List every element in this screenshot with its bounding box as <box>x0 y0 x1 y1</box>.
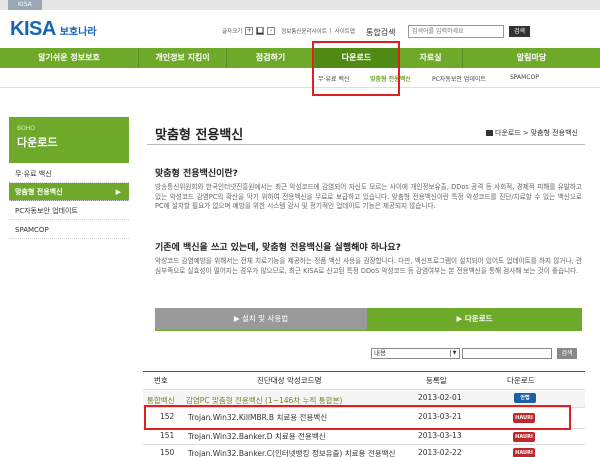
section-text-need: 악성코드 감염예방을 위해서는 전체 치료기능을 제공하는 정품 백신 사용을 … <box>155 257 582 275</box>
tab-download[interactable]: ▶ 다운로드 <box>367 308 582 330</box>
font-increase-button[interactable]: + <box>245 27 254 35</box>
sidebar-item-label: SPAMCOP <box>15 226 49 234</box>
sidebar-item-custom-vaccine[interactable]: 맞춤형 전용백신 ▶ <box>9 183 129 201</box>
chevron-down-icon: ▼ <box>450 350 458 357</box>
sidebar-item-label: 무·유료 백신 <box>15 170 52 178</box>
kisa-logo[interactable]: KISA 보호나라 <box>10 18 97 40</box>
nav-item-notice[interactable]: 알림마당 <box>463 48 600 68</box>
sub-nav: 무·유료 백신 맞춤형 전용백신 PC자동보안 업데이트 SPAMCOP <box>0 68 600 88</box>
sidebar-item-label: 맞춤형 전용백신 <box>15 188 63 196</box>
breadcrumb-item-current: 맞춤형 전용백신 <box>530 129 578 137</box>
row-date: 2013-02-22 <box>418 448 462 457</box>
top-strip <box>0 0 600 10</box>
arrow-right-icon: ▶ <box>115 188 121 196</box>
section-heading-what: 맞춤형 전용백신이란? <box>155 169 238 179</box>
page-title: 맞춤형 전용백신 <box>155 128 244 143</box>
row-date: 2013-03-13 <box>418 431 462 440</box>
highlight-box-row <box>144 405 571 430</box>
tab-underline <box>155 330 582 331</box>
subnav-spamcop[interactable]: SPAMCOP <box>510 74 539 81</box>
table-header-name: 진단대상 악성코드명 <box>257 376 322 385</box>
font-decrease-button[interactable]: - <box>267 27 276 35</box>
logo-main-text: KISA <box>10 18 56 40</box>
row-no: 150 <box>160 448 175 457</box>
download-ahnlab-icon[interactable]: 안랩 <box>514 393 536 403</box>
breadcrumb-item-download[interactable]: 다운로드 <box>495 128 521 138</box>
sidebar-title: 다운로드 <box>17 136 58 149</box>
tab-label: 설치 및 사용법 <box>241 314 289 323</box>
font-size-label: 글자크기 <box>222 29 243 35</box>
nav-item-library[interactable]: 자료실 <box>399 48 463 68</box>
row-divider <box>143 444 585 445</box>
table-header-date: 등록일 <box>426 376 447 385</box>
tab-label: 다운로드 <box>464 314 493 323</box>
utility-bar: 글자크기 + ■ - 정보통신윤리사이트 | 사이트맵 <box>222 27 355 35</box>
table-top-border <box>143 371 585 372</box>
main-nav: 알기쉬운 정보보호 개인정보 지킴이 점검하기 다운로드 자료실 알림마당 <box>0 48 600 68</box>
sidebar-item-label: PC자동보안 업데이트 <box>15 207 78 215</box>
search-input[interactable] <box>408 25 504 38</box>
row-name-link[interactable]: Trojan.Win32.Banker.D 치료용 전용백신 <box>188 431 326 442</box>
section-heading-need: 기존에 백신을 쓰고 있는데, 맞춤형 전용백신을 실행해야 하나요? <box>155 243 401 253</box>
select-value: 내용 <box>374 349 386 357</box>
sidebar-en-label: BOHO <box>17 125 35 132</box>
download-hauri-icon[interactable]: HAURI <box>513 432 535 442</box>
font-reset-button[interactable]: ■ <box>256 27 265 35</box>
table-header-download: 다운로드 <box>507 376 535 385</box>
table-header-divider <box>143 389 585 390</box>
nav-item-privacy[interactable]: 개인정보 지킴이 <box>139 48 227 68</box>
table-header-no: 번호 <box>154 376 168 385</box>
breadcrumb: 다운로드 > 맞춤형 전용백신 <box>486 128 578 138</box>
util-link-sitemap[interactable]: 사이트맵 <box>335 27 355 35</box>
table-search-input[interactable] <box>462 348 552 359</box>
sidebar-header: BOHO 다운로드 <box>9 117 129 163</box>
row-name-link[interactable]: Trojan.Win32.Banker.C(인터넷뱅킹 정보유출) 치료용 전용… <box>188 448 395 457</box>
sidebar-item-pc-auto-update[interactable]: PC자동보안 업데이트 <box>9 202 129 220</box>
nav-item-security-basics[interactable]: 알기쉬운 정보보호 <box>0 48 139 68</box>
tab-install-usage[interactable]: ▶ 설치 및 사용법 <box>155 308 367 330</box>
logo-sub-text: 보호나라 <box>59 27 97 38</box>
subnav-pc-auto-update[interactable]: PC자동보안 업데이트 <box>432 74 486 83</box>
title-divider <box>147 144 585 145</box>
top-tab-kisa[interactable]: KISA <box>8 0 42 10</box>
highlight-box-nav <box>312 41 400 96</box>
home-icon <box>486 130 493 136</box>
sidebar-item-free-paid-vaccine[interactable]: 무·유료 백신 <box>9 165 129 183</box>
download-hauri-icon[interactable]: HAURI <box>513 448 535 457</box>
search-button[interactable]: 검색 <box>509 26 530 37</box>
nav-item-check[interactable]: 점검하기 <box>227 48 315 68</box>
row-no: 151 <box>160 431 175 440</box>
table-search-button[interactable]: 검색 <box>557 348 577 359</box>
section-text-what: 방송통신위원회와 한국인터넷진흥원에서는 최근 악성코드에 감염되어 자신도 모… <box>155 183 582 210</box>
row-date: 2013-02-01 <box>418 393 462 402</box>
search-label: 통합검색 <box>366 28 396 37</box>
util-link-ethics[interactable]: 정보통신윤리사이트 <box>281 27 327 35</box>
search-field-select[interactable]: 내용 ▼ <box>371 348 460 359</box>
sidebar-item-spamcop[interactable]: SPAMCOP <box>9 221 129 239</box>
